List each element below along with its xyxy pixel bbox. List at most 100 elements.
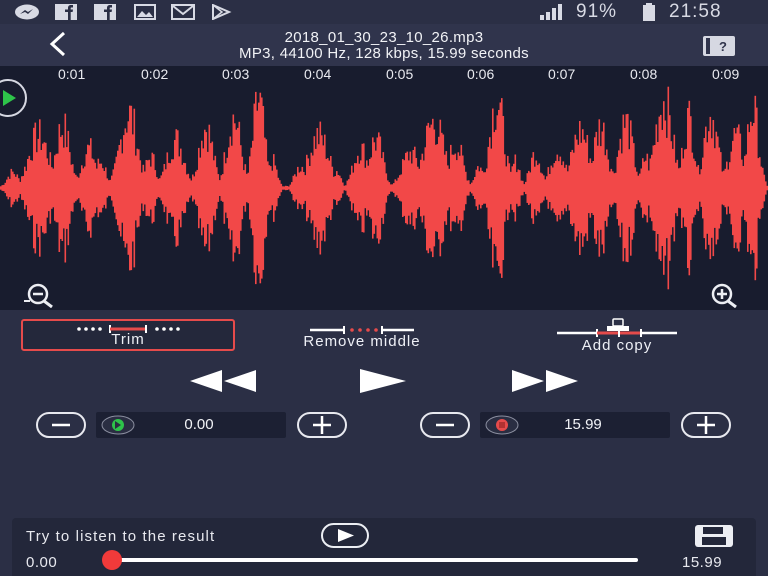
waveform-bar — [361, 143, 364, 233]
waveform-bar — [471, 182, 473, 194]
waveform-bar — [484, 172, 487, 204]
waveform[interactable] — [0, 66, 768, 310]
waveform-bar — [424, 147, 427, 229]
waveform-bar — [280, 183, 283, 193]
waveform-bar — [181, 164, 184, 212]
waveform-bar — [468, 180, 470, 196]
waveform-bar — [37, 138, 40, 238]
waveform-bar — [316, 128, 319, 248]
seek-thumb[interactable] — [102, 550, 122, 570]
end-minus-button[interactable] — [420, 412, 470, 438]
save-icon[interactable] — [694, 524, 734, 548]
waveform-bar — [571, 149, 574, 226]
zoom-in-icon[interactable] — [706, 282, 742, 308]
zoom-out-icon[interactable] — [22, 282, 58, 308]
waveform-bar — [477, 166, 479, 210]
waveform-bar — [478, 171, 481, 205]
waveform-bar — [45, 142, 47, 234]
waveform-bar — [297, 166, 299, 210]
waveform-bar — [750, 121, 752, 255]
waveform-bar — [697, 165, 700, 212]
waveform-bar — [624, 127, 626, 249]
waveform-bar — [637, 175, 640, 201]
waveform-bar — [333, 176, 335, 200]
result-seek-slider[interactable] — [102, 550, 638, 570]
start-minus-button[interactable] — [36, 412, 86, 438]
end-time-field[interactable]: 15.99 — [480, 412, 670, 438]
waveform-bar — [540, 172, 542, 204]
rewind-icon[interactable] — [186, 366, 258, 396]
result-play-button[interactable] — [321, 523, 369, 548]
waveform-bar — [415, 158, 418, 219]
waveform-bar — [213, 160, 215, 216]
battery-icon — [643, 3, 655, 21]
waveform-bar — [699, 174, 701, 202]
end-plus-button[interactable] — [681, 412, 731, 438]
waveform-bar — [124, 128, 127, 248]
waveform-bar — [240, 145, 242, 231]
waveform-bar — [306, 154, 308, 222]
start-time-field[interactable]: 0.00 — [96, 412, 286, 438]
waveform-area[interactable]: 0:01 0:02 0:03 0:04 0:05 0:06 0:07 0:08 … — [0, 66, 768, 310]
trim-mode-button[interactable]: Trim — [21, 319, 235, 351]
waveform-bar — [265, 139, 268, 237]
tick-label: 0:01 — [58, 66, 86, 82]
add-copy-mode-button[interactable]: Add copy — [555, 318, 679, 354]
waveform-bar — [205, 132, 208, 244]
waveform-bar — [730, 151, 733, 225]
waveform-bar — [159, 178, 161, 198]
waveform-bar — [387, 180, 389, 196]
waveform-bar — [256, 110, 259, 266]
waveform-bar — [709, 116, 712, 260]
waveform-bar — [363, 143, 365, 233]
waveform-bar — [393, 183, 395, 193]
waveform-bar — [480, 167, 482, 209]
start-marker-handle[interactable] — [0, 78, 36, 118]
start-plus-button[interactable] — [297, 412, 347, 438]
waveform-bar — [9, 178, 11, 198]
waveform-bar — [643, 161, 646, 215]
file-info: MP3, 44100 Hz, 128 kbps, 15.99 seconds — [239, 45, 529, 62]
waveform-bar — [703, 138, 706, 239]
waveform-bar — [36, 152, 38, 224]
waveform-bar — [129, 105, 131, 271]
waveform-bar — [153, 154, 155, 222]
waveform-bar — [378, 132, 380, 244]
waveform-bar — [279, 180, 281, 196]
waveform-bar — [214, 155, 217, 221]
fast-forward-icon[interactable] — [510, 366, 582, 396]
waveform-bar — [502, 116, 505, 260]
waveform-bar — [763, 174, 766, 202]
waveform-bar — [285, 185, 287, 191]
remove-middle-mode-button[interactable]: Remove middle — [270, 318, 454, 350]
waveform-bar — [741, 159, 743, 217]
waveform-bar — [409, 151, 412, 225]
waveform-bar — [520, 180, 523, 196]
waveform-bar — [252, 140, 254, 236]
waveform-bar — [241, 156, 244, 220]
waveform-bar — [450, 144, 452, 232]
waveform-bar — [330, 156, 332, 220]
waveform-bar — [402, 159, 404, 217]
waveform-bar — [532, 152, 535, 224]
play-icon[interactable] — [358, 366, 408, 396]
waveform-bar — [429, 127, 431, 249]
waveform-bar — [451, 154, 454, 222]
minus-icon — [436, 423, 454, 427]
waveform-bar — [30, 160, 32, 216]
waveform-bar — [55, 153, 58, 223]
waveform-bar — [76, 176, 79, 200]
waveform-bar — [615, 172, 617, 204]
waveform-bar — [568, 165, 571, 211]
help-book-icon[interactable]: ? — [702, 35, 736, 57]
waveform-bar — [550, 165, 553, 211]
waveform-bar — [313, 136, 316, 240]
waveform-bar — [718, 147, 721, 229]
waveform-bar — [51, 167, 53, 209]
waveform-bar — [15, 176, 17, 200]
waveform-bar — [541, 173, 544, 203]
waveform-bar — [564, 167, 566, 209]
facebook-icon — [55, 4, 77, 20]
waveform-bar — [483, 172, 485, 204]
waveform-bar — [345, 185, 347, 191]
